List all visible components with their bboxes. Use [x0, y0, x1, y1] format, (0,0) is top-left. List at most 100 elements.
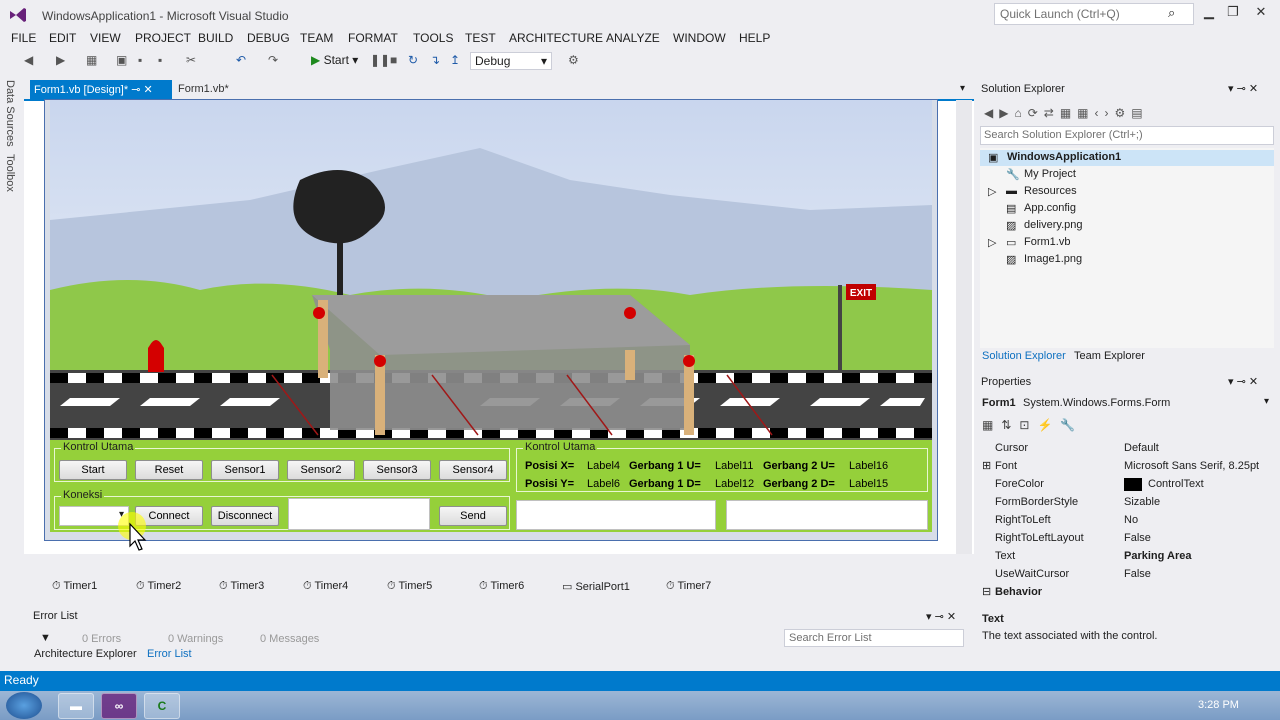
prop-row-forecolor[interactable]: ForeColor ControlText	[980, 476, 1260, 494]
visual-studio-taskbar-icon[interactable]: ∞	[101, 693, 137, 719]
tree-root[interactable]: ▣ WindowsApplication1	[980, 150, 1274, 166]
save-all-icon[interactable]: ▪	[158, 53, 162, 67]
panel-menu-icon[interactable]: ▾ ⊸ ✕	[1228, 375, 1258, 388]
menu-team[interactable]: TEAM	[300, 31, 333, 45]
timer7-component[interactable]: ⏱ Timer7	[666, 580, 711, 593]
menu-debug[interactable]: DEBUG	[247, 31, 290, 45]
new-project-icon[interactable]: ▦	[86, 53, 97, 67]
tree-item-delivery-png[interactable]: delivery.png	[1024, 219, 1083, 231]
sensor2-button[interactable]: Sensor2	[287, 460, 355, 480]
close-icon[interactable]: ✕	[144, 84, 153, 96]
tab-dropdown-icon[interactable]: ▾	[960, 83, 965, 94]
tab-form1-design[interactable]: Form1.vb [Design]* ⊸ ✕	[30, 80, 172, 99]
send-textbox[interactable]	[288, 498, 430, 530]
panel-menu-icon[interactable]: ▾ ⊸ ✕	[1228, 82, 1258, 95]
start-button[interactable]: Start	[59, 460, 127, 480]
filter-icon[interactable]: ▼	[40, 632, 51, 644]
stop-icon[interactable]: ■	[390, 53, 397, 67]
menu-build[interactable]: BUILD	[198, 31, 233, 45]
step-out-icon[interactable]: ↥	[450, 53, 460, 67]
menu-analyze[interactable]: ANALYZE	[606, 31, 660, 45]
step-over-icon[interactable]: ↻	[408, 53, 418, 67]
menu-format[interactable]: FORMAT	[348, 31, 398, 45]
menu-view[interactable]: VIEW	[90, 31, 121, 45]
tree-item-image1-png[interactable]: Image1.png	[1024, 253, 1082, 265]
expand-icon[interactable]: ⊞	[982, 459, 991, 472]
tab-architecture-explorer[interactable]: Architecture Explorer	[34, 648, 137, 660]
open-icon[interactable]: ▣	[116, 53, 127, 67]
output-textbox-2[interactable]	[726, 500, 928, 530]
prop-row-formborderstyle[interactable]: FormBorderStyle Sizable	[980, 494, 1260, 512]
save-icon[interactable]: ▪	[138, 53, 142, 67]
solution-search-input[interactable]: Search Solution Explorer (Ctrl+;)	[980, 126, 1274, 145]
tree-item-app-config[interactable]: App.config	[1024, 202, 1076, 214]
warnings-filter[interactable]: 0 Warnings	[168, 633, 223, 645]
reset-button[interactable]: Reset	[135, 460, 203, 480]
designer-scrollbar[interactable]	[956, 100, 972, 554]
output-textbox-1[interactable]	[516, 500, 716, 530]
chevron-down-icon[interactable]: ▾	[1264, 396, 1269, 407]
menu-project[interactable]: PROJECT	[135, 31, 191, 45]
menu-edit[interactable]: EDIT	[49, 31, 76, 45]
step-into-icon[interactable]: ↴	[430, 53, 440, 67]
panel-menu-icon[interactable]: ▾ ⊸ ✕	[926, 610, 956, 623]
tab-form1-code[interactable]: Form1.vb*	[174, 80, 233, 99]
restore-icon[interactable]: ❐	[1222, 4, 1244, 20]
prop-row-cursor[interactable]: Cursor Default	[980, 440, 1260, 458]
windows-start-icon[interactable]	[6, 692, 42, 719]
tab-team-explorer[interactable]: Team Explorer	[1074, 350, 1145, 362]
expand-icon[interactable]: ▷	[988, 185, 996, 198]
prop-row-righttoleft[interactable]: RightToLeft No	[980, 512, 1260, 530]
prop-row-font[interactable]: ⊞ Font Microsoft Sans Serif, 8.25pt	[980, 458, 1260, 476]
redo-icon[interactable]: ↷	[268, 53, 278, 67]
prop-category-behavior[interactable]: ⊟ Behavior	[980, 584, 1260, 602]
timer4-component[interactable]: ⏱ Timer4	[303, 580, 348, 593]
send-button[interactable]: Send	[439, 506, 507, 526]
start-debugging-button[interactable]: ▶ Start ▾	[311, 53, 358, 67]
tree-item-my-project[interactable]: My Project	[1024, 168, 1076, 180]
tree-item-form1-vb[interactable]: Form1.vb	[1024, 236, 1070, 248]
timer3-component[interactable]: ⏱ Timer3	[219, 580, 264, 593]
menu-help[interactable]: HELP	[739, 31, 770, 45]
explorer-taskbar-icon[interactable]: ▬	[58, 693, 94, 719]
timer2-component[interactable]: ⏱ Timer2	[136, 580, 181, 593]
menu-file[interactable]: FILE	[11, 31, 36, 45]
search-icon[interactable]: ⌕	[1168, 5, 1175, 21]
tree-item-resources[interactable]: Resources	[1024, 185, 1077, 197]
messages-filter[interactable]: 0 Messages	[260, 633, 319, 645]
data-sources-tab[interactable]: Data Sources	[4, 80, 16, 147]
prop-row-usewaitcursor[interactable]: UseWaitCursor False	[980, 566, 1260, 584]
pin-icon[interactable]: ⊸	[131, 84, 140, 96]
sensor4-button[interactable]: Sensor4	[439, 460, 507, 480]
back-icon[interactable]: ◀	[24, 53, 33, 67]
solution-toolbar-icons[interactable]: ◀▶⌂⟳⇄▦▦‹›⚙▤	[984, 106, 1149, 120]
minimize-icon[interactable]: ▁	[1198, 4, 1220, 20]
cut-icon[interactable]: ✂	[186, 53, 196, 67]
sensor3-button[interactable]: Sensor3	[363, 460, 431, 480]
collapse-icon[interactable]: ⊟	[982, 585, 991, 598]
close-icon[interactable]: ✕	[1250, 4, 1272, 20]
attach-process-icon[interactable]: ⚙	[568, 53, 579, 67]
forward-icon[interactable]: ▶	[56, 53, 65, 67]
expand-icon[interactable]: ▷	[988, 236, 996, 249]
solution-config-select[interactable]: Debug ▾	[470, 52, 552, 70]
prop-row-text[interactable]: Text Parking Area	[980, 548, 1260, 566]
error-search-input[interactable]: Search Error List	[784, 629, 964, 647]
tab-solution-explorer[interactable]: Solution Explorer	[982, 350, 1066, 362]
timer5-component[interactable]: ⏱ Timer5	[387, 580, 432, 593]
timer1-component[interactable]: ⏱ Timer1	[52, 580, 97, 593]
menu-test[interactable]: TEST	[465, 31, 496, 45]
sensor1-button[interactable]: Sensor1	[211, 460, 279, 480]
timer6-component[interactable]: ⏱ Timer6	[479, 580, 524, 593]
properties-toolbar-icons[interactable]: ▦⇅⊡⚡🔧	[982, 418, 1083, 432]
pause-icon[interactable]: ❚❚	[370, 53, 390, 67]
toolbox-tab[interactable]: Toolbox	[4, 154, 16, 192]
quick-launch-input[interactable]: Quick Launch (Ctrl+Q)	[994, 3, 1194, 25]
undo-icon[interactable]: ↶	[236, 53, 246, 67]
tab-error-list[interactable]: Error List	[147, 648, 192, 660]
disconnect-button[interactable]: Disconnect	[211, 506, 279, 526]
serialport1-component[interactable]: ▭ SerialPort1	[562, 580, 630, 593]
prop-row-righttoleftlayout[interactable]: RightToLeftLayout False	[980, 530, 1260, 548]
errors-filter[interactable]: 0 Errors	[82, 633, 121, 645]
menu-architecture[interactable]: ARCHITECTURE	[509, 31, 603, 45]
